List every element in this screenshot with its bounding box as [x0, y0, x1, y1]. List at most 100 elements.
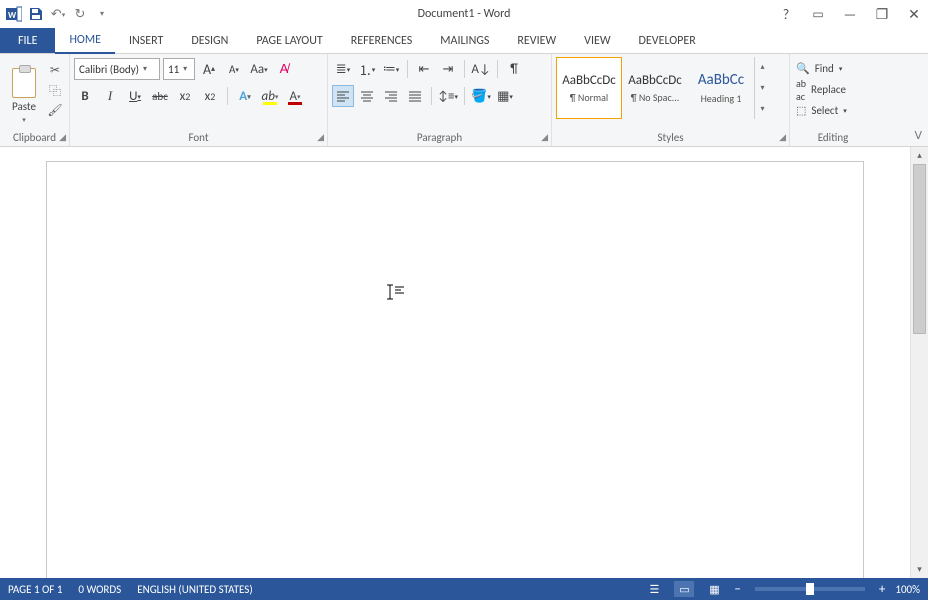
group-font: Calibri (Body)▾ 11▾ A▴ A▾ Aa▾ A̸ B I U▾ …: [70, 54, 328, 146]
font-color-icon[interactable]: A▾: [284, 85, 306, 107]
collapse-ribbon-icon[interactable]: ᐯ: [914, 129, 922, 142]
scroll-up-icon[interactable]: ▴: [911, 147, 928, 164]
editing-group-label: Editing: [794, 128, 872, 146]
zoom-in-icon[interactable]: +: [879, 582, 885, 597]
select-button[interactable]: ⬚Select▾: [794, 101, 849, 120]
save-icon[interactable]: [26, 4, 46, 24]
tab-page-layout[interactable]: PAGE LAYOUT: [242, 28, 336, 53]
paste-label: Paste: [12, 100, 36, 113]
word-app-icon: W: [4, 4, 24, 24]
copy-icon[interactable]: ⿻: [46, 82, 64, 98]
tab-developer[interactable]: DEVELOPER: [625, 28, 710, 53]
cut-icon[interactable]: ✂: [46, 62, 64, 78]
strikethrough-button[interactable]: abc: [149, 85, 171, 107]
status-words[interactable]: 0 WORDS: [78, 583, 121, 596]
zoom-slider[interactable]: [755, 587, 865, 591]
style-no-spacing[interactable]: AaBbCcDc ¶ No Spac...: [622, 57, 688, 119]
align-left-icon[interactable]: [332, 85, 354, 107]
borders-icon[interactable]: ▦▾: [494, 85, 516, 107]
help-icon[interactable]: ?: [776, 4, 796, 24]
paste-button[interactable]: Paste ▾: [4, 58, 44, 124]
superscript-button[interactable]: x2: [199, 85, 221, 107]
tab-insert[interactable]: INSERT: [115, 28, 177, 53]
clear-format-icon[interactable]: A̸: [273, 58, 295, 80]
underline-button[interactable]: U▾: [124, 85, 146, 107]
tab-design[interactable]: DESIGN: [177, 28, 242, 53]
svg-text:W: W: [8, 10, 17, 21]
align-center-icon[interactable]: [356, 85, 378, 107]
style-normal[interactable]: AaBbCcDc ¶ Normal: [556, 57, 622, 119]
window-controls: ? ▭ — ❐ ✕: [776, 4, 924, 24]
grow-font-icon[interactable]: A▴: [198, 58, 220, 80]
minimize-icon[interactable]: —: [840, 4, 860, 24]
tab-references[interactable]: REFERENCES: [337, 28, 427, 53]
styles-up-icon: ▴: [760, 62, 764, 72]
justify-icon[interactable]: [404, 85, 426, 107]
title-bar: W ↶ ▾ ↻ ▾ Document1 - Word ? ▭ — ❐ ✕: [0, 0, 928, 28]
tab-review[interactable]: REVIEW: [503, 28, 570, 53]
status-page[interactable]: PAGE 1 OF 1: [8, 583, 62, 596]
show-marks-icon[interactable]: ¶: [503, 58, 525, 80]
replace-button[interactable]: abacReplace: [794, 80, 848, 99]
scroll-thumb[interactable]: [913, 164, 926, 334]
redo-icon[interactable]: ↻: [70, 4, 90, 24]
document-page[interactable]: [46, 161, 864, 578]
format-painter-icon[interactable]: 🖌: [46, 102, 64, 118]
tab-home[interactable]: HOME: [55, 28, 115, 54]
style-heading1[interactable]: AaBbCc Heading 1: [688, 57, 754, 119]
web-layout-icon[interactable]: ▦: [704, 581, 724, 597]
undo-icon[interactable]: ↶ ▾: [48, 4, 68, 24]
ribbon: Paste ▾ ✂ ⿻ 🖌 Clipboard ◢ Calibri (Body)…: [0, 54, 928, 147]
zoom-level[interactable]: 100%: [895, 583, 920, 596]
numbering-icon[interactable]: ⒈▾: [356, 58, 378, 80]
ribbon-tabs: FILE HOME INSERT DESIGN PAGE LAYOUT REFE…: [0, 28, 928, 54]
group-clipboard: Paste ▾ ✂ ⿻ 🖌 Clipboard ◢: [0, 54, 70, 146]
qat-customize-icon[interactable]: ▾: [92, 4, 112, 24]
group-editing: 🔍Find▾ abacReplace ⬚Select▾ Editing: [790, 54, 876, 146]
close-icon[interactable]: ✕: [904, 4, 924, 24]
tab-view[interactable]: VIEW: [570, 28, 624, 53]
font-launcher-icon[interactable]: ◢: [317, 132, 324, 143]
scroll-down-icon[interactable]: ▾: [911, 561, 928, 578]
multilevel-icon[interactable]: ≔▾: [380, 58, 402, 80]
status-language[interactable]: ENGLISH (UNITED STATES): [137, 583, 252, 596]
align-right-icon[interactable]: [380, 85, 402, 107]
ribbon-display-icon[interactable]: ▭: [808, 4, 828, 24]
quick-access-toolbar: W ↶ ▾ ↻ ▾: [4, 4, 112, 24]
tab-mailings[interactable]: MAILINGS: [426, 28, 503, 53]
bullets-icon[interactable]: ≣▾: [332, 58, 354, 80]
bold-button[interactable]: B: [74, 85, 96, 107]
zoom-out-icon[interactable]: −: [734, 582, 740, 597]
styles-launcher-icon[interactable]: ◢: [779, 132, 786, 143]
vertical-scrollbar[interactable]: ▴ ▾: [910, 147, 928, 578]
font-size-combo[interactable]: 11▾: [163, 58, 195, 80]
shrink-font-icon[interactable]: A▾: [223, 58, 245, 80]
text-effects-icon[interactable]: A▾: [234, 85, 256, 107]
zoom-handle[interactable]: [806, 583, 814, 595]
document-area[interactable]: [0, 147, 910, 578]
increase-indent-icon[interactable]: ⇥: [437, 58, 459, 80]
subscript-button[interactable]: x2: [174, 85, 196, 107]
tab-file[interactable]: FILE: [0, 28, 55, 53]
restore-icon[interactable]: ❐: [872, 4, 892, 24]
font-name-combo[interactable]: Calibri (Body)▾: [74, 58, 160, 80]
paste-icon: [12, 68, 36, 98]
highlight-icon[interactable]: ab▾: [259, 85, 281, 107]
change-case-icon[interactable]: Aa▾: [248, 58, 270, 80]
line-spacing-icon[interactable]: ↕≡▾: [437, 85, 459, 107]
sort-icon[interactable]: A↓: [470, 58, 492, 80]
paragraph-group-label: Paragraph: [332, 128, 547, 146]
print-layout-icon[interactable]: ▭: [674, 581, 694, 597]
styles-gallery-more[interactable]: ▴ ▾ ▾: [754, 57, 770, 119]
styles-group-label: Styles: [556, 128, 785, 146]
shading-icon[interactable]: 🪣▾: [470, 85, 492, 107]
find-icon: 🔍: [796, 62, 810, 75]
find-button[interactable]: 🔍Find▾: [794, 59, 844, 78]
paragraph-launcher-icon[interactable]: ◢: [541, 132, 548, 143]
styles-down-icon: ▾: [760, 83, 764, 93]
clipboard-launcher-icon[interactable]: ◢: [59, 132, 66, 143]
read-mode-icon[interactable]: ☰: [644, 581, 664, 597]
decrease-indent-icon[interactable]: ⇤: [413, 58, 435, 80]
group-paragraph: ≣▾ ⒈▾ ≔▾ ⇤ ⇥ A↓ ¶: [328, 54, 552, 146]
italic-button[interactable]: I: [99, 85, 121, 107]
